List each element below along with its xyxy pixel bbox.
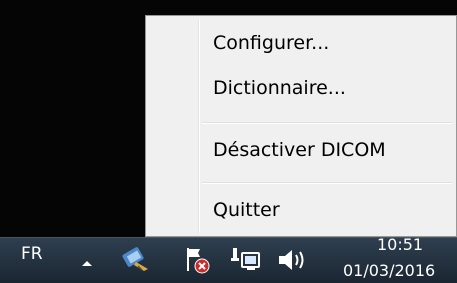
menu-separator [202, 122, 452, 124]
clock-time[interactable]: 10:51 [377, 235, 423, 254]
menu-item-configurer[interactable]: Configurer... [213, 32, 329, 54]
menu-icon-gutter [198, 19, 200, 233]
language-indicator[interactable]: FR [21, 244, 43, 264]
tray-context-menu: Configurer... Dictionnaire... Désactiver… [145, 15, 457, 237]
clock-date[interactable]: 01/03/2016 [343, 261, 435, 280]
taskbar: FR 10:51 01/03/2016 [0, 235, 457, 283]
menu-item-dictionnaire[interactable]: Dictionnaire... [213, 77, 346, 99]
menu-item-quitter[interactable]: Quitter [213, 199, 280, 221]
network-icon[interactable] [230, 244, 266, 279]
menu-item-desactiver-dicom[interactable]: Désactiver DICOM [213, 139, 386, 161]
screen: Configurer... Dictionnaire... Désactiver… [0, 0, 457, 283]
menu-separator [202, 182, 452, 184]
dicom-app-icon[interactable] [120, 242, 154, 279]
volume-icon[interactable] [276, 246, 310, 279]
action-center-flag-icon[interactable] [182, 245, 216, 280]
show-hidden-icons[interactable] [80, 255, 94, 273]
